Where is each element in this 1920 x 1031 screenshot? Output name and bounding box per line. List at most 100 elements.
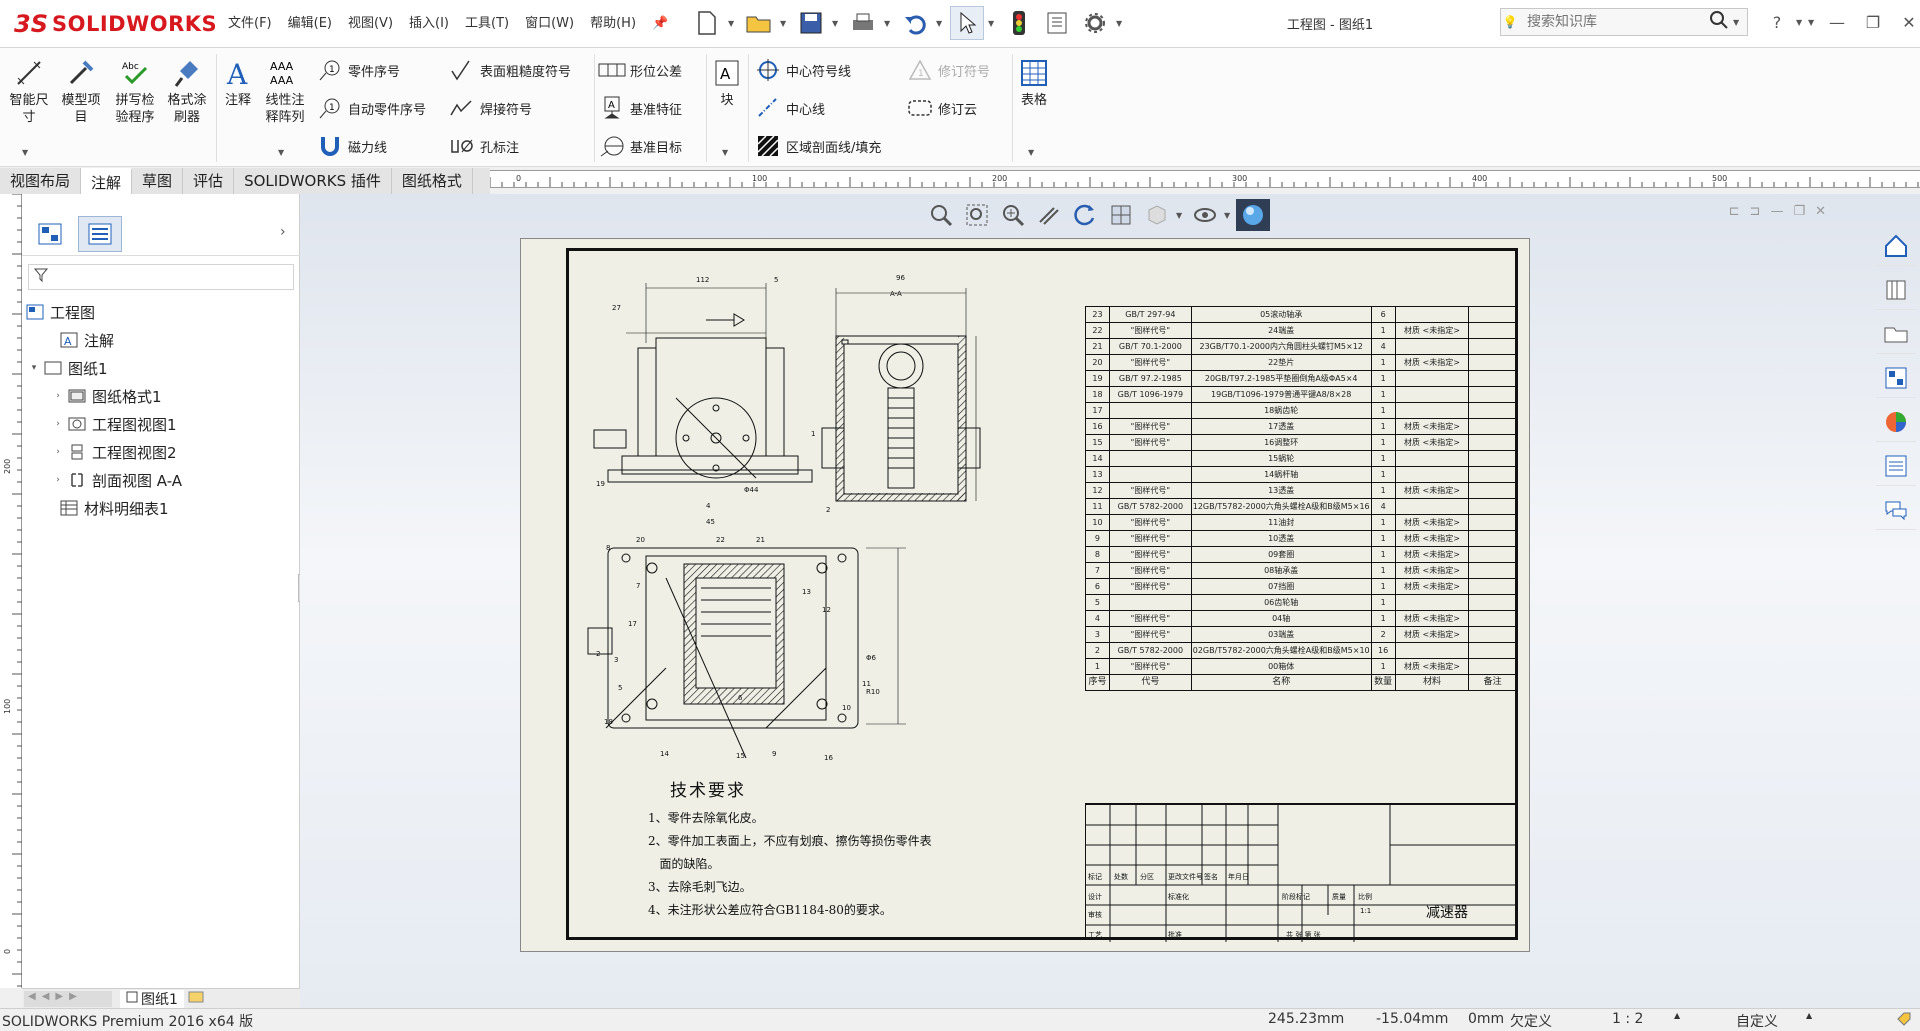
technical-requirements[interactable]: 技术要求 1、零件去除氧化皮。 2、零件加工表面上，不应有划痕、擦伤等损伤零件表…: [648, 776, 932, 926]
sheet-tab[interactable]: 图纸1: [120, 989, 184, 1008]
design-library-icon[interactable]: [1876, 270, 1916, 310]
bom-row[interactable]: 4 "图样代号" 04轴 1 材质 <未指定>: [1085, 610, 1517, 627]
bom-row[interactable]: 19 GB/T 97.2-1985 20GB/T97.2-1985平垫圈倒角A级ΦA…: [1085, 370, 1517, 387]
menu-insert[interactable]: 插入(I): [401, 14, 457, 34]
chevron-down-icon[interactable]: ▼: [1796, 18, 1806, 27]
bom-row[interactable]: 16 "图样代号" 17透盖 1 材质 <未指定>: [1085, 418, 1517, 435]
bom-row[interactable]: 7 "图样代号" 08轴承盖 1 材质 <未指定>: [1085, 562, 1517, 579]
block-button[interactable]: A 块: [712, 56, 742, 109]
file-explorer-icon[interactable]: [1876, 314, 1916, 354]
tab-view-layout[interactable]: 视图布局: [0, 168, 82, 194]
surface-finish-button[interactable]: 表面粗糙度符号: [448, 58, 571, 82]
scene-icon[interactable]: [1236, 199, 1270, 231]
bom-row[interactable]: 8 "图样代号" 09套圈 1 材质 <未指定>: [1085, 546, 1517, 563]
tables-button[interactable]: 表格: [1016, 56, 1052, 109]
datum-feature-button[interactable]: A 基准特征: [598, 96, 682, 120]
minimize-icon[interactable]: —: [1820, 6, 1854, 38]
tree-item-annotations[interactable]: A 注解: [22, 326, 300, 354]
chevron-down-icon[interactable]: ▼: [780, 19, 790, 28]
section-view-aa[interactable]: [821, 288, 981, 502]
split-view-icon[interactable]: ⊏: [1729, 204, 1740, 219]
help-icon[interactable]: ?: [1760, 6, 1794, 38]
minimize-icon[interactable]: —: [1770, 204, 1783, 219]
tab-evaluate[interactable]: 评估: [183, 168, 235, 194]
undo-icon[interactable]: [898, 6, 932, 40]
forum-icon[interactable]: [1876, 490, 1916, 530]
auto-balloon-button[interactable]: 1 自动零件序号: [316, 96, 426, 120]
tree-root[interactable]: 工程图: [22, 298, 300, 326]
tab-sketch[interactable]: 草图: [132, 168, 184, 194]
front-view[interactable]: [593, 283, 813, 483]
chevron-down-icon[interactable]: ▼: [936, 19, 946, 28]
home-icon[interactable]: [1876, 226, 1916, 266]
tab-addins[interactable]: SOLIDWORKS 插件: [234, 168, 392, 194]
tree-item-drawing-view2[interactable]: › 工程图视图2: [22, 438, 300, 466]
pan-icon[interactable]: [1032, 199, 1066, 231]
bom-row[interactable]: 10 "图样代号" 11油封 1 材质 <未指定>: [1085, 514, 1517, 531]
restore-icon[interactable]: ❐: [1793, 204, 1805, 219]
close-icon[interactable]: ✕: [1815, 204, 1826, 219]
menu-view[interactable]: 视图(V): [340, 14, 401, 34]
close-icon[interactable]: ✕: [1892, 6, 1920, 38]
bom-row[interactable]: 11 GB/T 5782-2000 12GB/T5782-2000六角头螺栓A级和B…: [1085, 498, 1517, 515]
appearances-icon[interactable]: [1876, 402, 1916, 442]
chevron-right-icon[interactable]: ›: [280, 224, 286, 240]
chevron-down-icon[interactable]: ▼: [22, 148, 28, 157]
sheet-nav-arrows[interactable]: ◀◀▶▶: [24, 990, 112, 1007]
add-sheet-icon[interactable]: [188, 990, 206, 1008]
zoom-fit-icon[interactable]: [924, 199, 958, 231]
area-hatch-button[interactable]: 区域剖面线/填充: [754, 134, 881, 158]
solidworks-logo[interactable]: 3S SOLIDWORKS: [14, 8, 217, 40]
spell-check-button[interactable]: Abc 拼写检验程序: [112, 56, 158, 126]
menu-file[interactable]: 文件(F): [220, 14, 280, 34]
chevron-down-icon[interactable]: ▼: [988, 19, 998, 28]
zoom-to-area-icon[interactable]: [960, 199, 994, 231]
bill-of-materials-table[interactable]: 23 GB/T 297-94 05滚动轴承 6 22 "图样代号" 24端盖 1 材质 <未指定…: [1085, 306, 1517, 691]
chevron-down-icon[interactable]: ▼: [1176, 211, 1186, 220]
chevron-down-icon[interactable]: ▼: [884, 19, 894, 28]
tree-item-drawing-view1[interactable]: › 工程图视图1: [22, 410, 300, 438]
bom-row[interactable]: 18 GB/T 1096-1979 19GB/T1096-1979普通平键A8/8×…: [1085, 386, 1517, 403]
new-document-icon[interactable]: [690, 6, 724, 40]
pin-icon[interactable]: 📌: [644, 14, 676, 34]
chevron-down-icon[interactable]: ▼: [728, 19, 738, 28]
note-button[interactable]: A 注释: [218, 56, 258, 109]
tab-annotation[interactable]: 注解: [81, 168, 133, 194]
open-folder-icon[interactable]: [742, 6, 776, 40]
format-painter-button[interactable]: 格式涂刷器: [164, 56, 210, 126]
gear-icon[interactable]: [1078, 6, 1112, 40]
bom-row[interactable]: 1 "图样代号" 00箱体 1 材质 <未指定>: [1085, 658, 1517, 675]
chevron-down-icon[interactable]: ▼: [1028, 148, 1034, 157]
save-icon[interactable]: [794, 6, 828, 40]
geometric-tolerance-button[interactable]: 形位公差: [598, 58, 682, 82]
bom-row[interactable]: 12 "图样代号" 13透盖 1 材质 <未指定>: [1085, 482, 1517, 499]
bom-row[interactable]: 17 18蜗齿轮 1: [1085, 402, 1517, 419]
chevron-down-icon[interactable]: ▼: [722, 148, 728, 157]
tree-item-bom[interactable]: 材料明细表1: [22, 494, 300, 522]
smart-dimension-button[interactable]: 智能尺寸: [6, 56, 52, 126]
datum-target-button[interactable]: 基准目标: [598, 134, 682, 158]
bom-row[interactable]: 5 06齿轮轴 1: [1085, 594, 1517, 611]
linear-note-pattern-button[interactable]: AAA AAA 线性注释阵列: [262, 56, 308, 126]
bom-row[interactable]: 23 GB/T 297-94 05滚动轴承 6: [1085, 306, 1517, 323]
search-icon[interactable]: [1709, 10, 1729, 34]
chevron-down-icon[interactable]: ▼: [1116, 19, 1126, 28]
property-manager-tab-icon[interactable]: [78, 216, 122, 252]
bom-row[interactable]: 2 GB/T 5782-2000 02GB/T5782-2000六角头螺栓A级和B级…: [1085, 642, 1517, 659]
bom-row[interactable]: 21 GB/T 70.1-2000 23GB/T70.1-2000内六角圆柱头螺钉M…: [1085, 338, 1517, 355]
tree-item-sheet-format[interactable]: › 图纸格式1: [22, 382, 300, 410]
traffic-light-icon[interactable]: [1002, 6, 1036, 40]
model-items-button[interactable]: 模型项目: [58, 56, 104, 126]
chevron-down-icon[interactable]: ▼: [278, 148, 284, 157]
bom-row[interactable]: 14 15蜗轮 1: [1085, 450, 1517, 467]
select-arrow-icon[interactable]: [950, 6, 984, 40]
bom-row[interactable]: 9 "图样代号" 10透盖 1 材质 <未指定>: [1085, 530, 1517, 547]
revision-cloud-button[interactable]: 修订云: [906, 96, 977, 120]
bom-row[interactable]: 13 14蜗杆轴 1: [1085, 466, 1517, 483]
feature-manager-tab-icon[interactable]: [28, 216, 72, 252]
centerline-button[interactable]: 中心线: [754, 96, 825, 120]
rotate-icon[interactable]: [1068, 199, 1102, 231]
chevron-up-icon[interactable]: ▲: [1674, 1011, 1680, 1020]
bom-row[interactable]: 6 "图样代号" 07挡圈 1 材质 <未指定>: [1085, 578, 1517, 595]
split-view-icon[interactable]: ⊐: [1750, 204, 1761, 219]
